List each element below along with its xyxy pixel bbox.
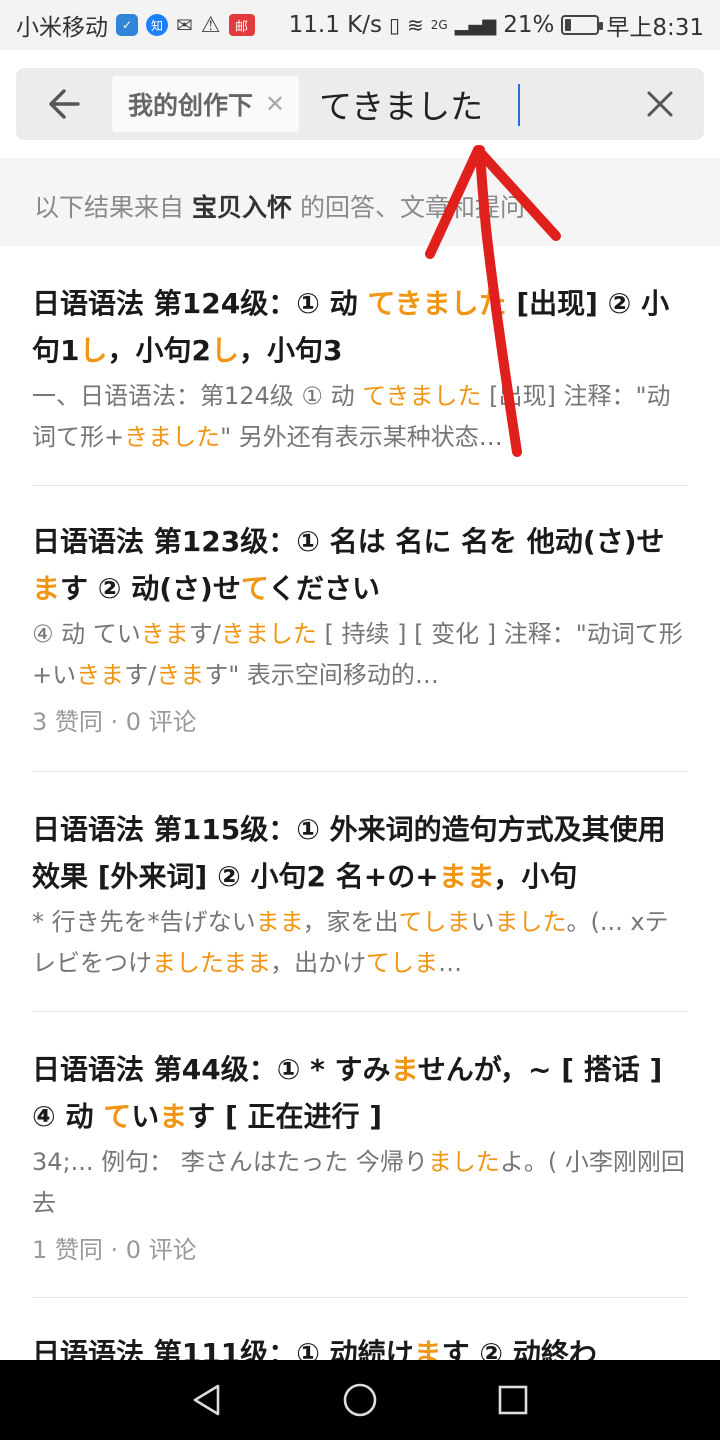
title-segment-text: い — [131, 1100, 160, 1133]
result-snippet: 一、日语语法：第124级 ① 动 てきました [出现] 注释："动词て形+きまし… — [32, 376, 688, 458]
net-speed: 11.1 K/s — [288, 12, 382, 38]
title-segment-text: す [ 正在进行 ] — [187, 1100, 383, 1133]
status-bar: 小米移动 ✓ 知 ✉ ⚠ 邮 11.1 K/s ▯ ≋ 2G ▂▄▆ 21% 早… — [0, 0, 720, 50]
snippet-segment-text: す/ — [188, 620, 221, 648]
title-segment-highlight: まま — [438, 860, 494, 893]
navigation-bar — [0, 1360, 720, 1440]
snippet-segment-highlight: きま — [156, 661, 205, 689]
wifi-icon: ≋ — [406, 13, 424, 37]
chip-close-icon[interactable]: ✕ — [265, 90, 285, 118]
nav-recent-button[interactable] — [483, 1370, 543, 1430]
zhihu-icon: 知 — [146, 14, 168, 36]
title-segment-text: ，小句3 — [239, 334, 343, 367]
snippet-segment-highlight: ました — [427, 1148, 500, 1176]
snippet-segment-highlight: てきました — [362, 382, 482, 410]
result-title[interactable]: 日语语法 第115级：① 外来词的造句方式及其使用效果 [外来词] ② 小句2 … — [32, 806, 688, 900]
result-item[interactable]: 日语语法 第123级：① 名は 名に 名を 他动(さ)せます ② 动(さ)せてく… — [32, 486, 688, 772]
result-snippet: ④ 动 ていきます/きました [ 持续 ] [ 变化 ] 注释："动词て形+いき… — [32, 614, 688, 696]
title-segment-text: ，小句2 — [107, 334, 211, 367]
snippet-segment-highlight: てしま — [366, 949, 439, 977]
arrow-left-icon — [49, 89, 80, 119]
result-title[interactable]: 日语语法 第44级：① * すみませんが，~ [ 搭话 ] ④ 动 ています [… — [32, 1046, 688, 1140]
scope-chip-label: 我的创作下 — [128, 91, 254, 120]
scope-chip[interactable]: 我的创作下 ✕ — [112, 76, 300, 132]
source-note-prefix: 以下结果来自 — [34, 193, 185, 222]
snippet-segment-text: 34;... 例句： 李さんはたった 今帰り — [32, 1148, 428, 1176]
result-snippet: * 行き先を*告げないまま，家を出てしまいました。(... xテレビをつけました… — [32, 902, 688, 984]
search-input[interactable] — [319, 74, 620, 134]
snippet-segment-text: * 行き先を*告げない — [32, 908, 256, 936]
title-segment-highlight: し — [79, 334, 108, 367]
title-segment-text: 日语语法 第44级：① * すみ — [32, 1053, 391, 1086]
shield-icon: ✓ — [116, 14, 138, 36]
result-snippet: 34;... 例句： 李さんはたった 今帰りましたよ。( 小李刚刚回去 — [32, 1142, 688, 1224]
title-segment-highlight: ま — [159, 1100, 188, 1133]
snippet-segment-text: ，家を出 — [302, 908, 399, 936]
battery-percent: 21% — [503, 12, 555, 38]
wechat-icon: ✉ — [176, 13, 193, 37]
snippet-segment-text: ，出かけ — [270, 949, 367, 977]
result-item[interactable]: 日语语法 第115级：① 外来词的造句方式及其使用效果 [外来词] ② 小句2 … — [32, 772, 688, 1012]
source-note-user[interactable]: 宝贝入怀 — [192, 193, 292, 222]
title-segment-highlight: ま — [32, 572, 61, 605]
status-right: 11.1 K/s ▯ ≋ 2G ▂▄▆ 21% 早上8:31 — [289, 8, 704, 42]
snippet-segment-text: … — [438, 949, 463, 977]
results-list: 日语语法 第124级：① 动 てきました [出现] ② 小句1し，小句2し，小句… — [0, 246, 720, 1398]
snippet-segment-text: ④ 动 てい — [32, 620, 141, 648]
title-segment-text: ください — [268, 572, 381, 605]
snippet-segment-highlight: まま — [255, 908, 303, 936]
title-segment-text: 日语语法 第123级：① 名は 名に 名を 他动(さ)せ — [32, 525, 665, 558]
snippet-segment-highlight: きま — [76, 661, 125, 689]
title-segment-highlight: ま — [390, 1053, 418, 1086]
signal-icon: ▂▄▆ — [454, 14, 497, 36]
search-header: 我的创作下 ✕ — [0, 50, 720, 158]
snippet-segment-highlight: てしま — [398, 908, 471, 936]
carrier-label: 小米移动 — [16, 15, 108, 41]
clock: 早上8:31 — [606, 15, 704, 41]
screen: 小米移动 ✓ 知 ✉ ⚠ 邮 11.1 K/s ▯ ≋ 2G ▂▄▆ 21% 早… — [0, 0, 720, 1440]
snippet-segment-text: す" 表示空间移动的… — [204, 661, 439, 689]
square-recent-icon — [499, 1385, 528, 1415]
search-box: 我的创作下 ✕ — [16, 68, 704, 140]
snippet-segment-text: す/ — [124, 661, 157, 689]
title-segment-text: 日语语法 第124级：① 动 — [32, 287, 368, 320]
warning-icon: ⚠ — [200, 12, 221, 38]
circle-home-icon — [343, 1383, 377, 1417]
snippet-segment-highlight: きました — [124, 423, 221, 451]
title-segment-text: す ② 动(さ)せ — [60, 572, 241, 605]
vibrate-icon: ▯ — [388, 13, 400, 37]
mail-icon: 邮 — [228, 14, 255, 36]
result-title[interactable]: 日语语法 第124级：① 动 てきました [出现] ② 小句1し，小句2し，小句… — [32, 280, 688, 374]
battery-fill — [565, 19, 572, 31]
title-segment-highlight: て — [103, 1100, 132, 1133]
snippet-segment-text: " 另外还有表示某种状态… — [220, 423, 503, 451]
nav-home-button[interactable] — [330, 1370, 390, 1430]
close-icon — [647, 91, 673, 117]
network-type: 2G — [430, 18, 448, 32]
result-stats: 1 赞同 · 0 评论 — [32, 1236, 197, 1264]
title-segment-text: ，小句 — [493, 860, 578, 893]
title-segment-highlight: し — [210, 334, 239, 367]
clear-button[interactable] — [638, 82, 682, 126]
result-stats: 3 赞同 · 0 评论 — [32, 708, 197, 736]
snippet-segment-highlight: きま — [140, 620, 189, 648]
snippet-segment-highlight: ましたまま — [152, 949, 271, 977]
title-segment-highlight: て — [240, 572, 268, 605]
triangle-back-icon — [193, 1384, 219, 1416]
status-left: 小米移动 ✓ 知 ✉ ⚠ 邮 — [16, 8, 255, 42]
result-item[interactable]: 日语语法 第44级：① * すみませんが，~ [ 搭话 ] ④ 动 ています [… — [32, 1012, 688, 1298]
snippet-segment-text: 一、日语语法：第124级 ① 动 — [32, 382, 363, 410]
snippet-segment-text: い — [470, 908, 495, 936]
source-note: 以下结果来自 宝贝入怀 的回答、文章和提问 — [0, 158, 720, 246]
source-note-suffix: 的回答、文章和提问 — [299, 193, 525, 222]
text-caret — [518, 84, 520, 126]
result-item[interactable]: 日语语法 第124级：① 动 てきました [出现] ② 小句1し，小句2し，小句… — [32, 246, 688, 486]
snippet-segment-highlight: ました — [494, 908, 567, 936]
result-title[interactable]: 日语语法 第123级：① 名は 名に 名を 他动(さ)せます ② 动(さ)せてく… — [32, 518, 688, 612]
nav-back-button[interactable] — [177, 1370, 237, 1430]
title-segment-highlight: てきました — [367, 287, 507, 320]
battery-icon — [561, 15, 604, 35]
back-button[interactable] — [16, 68, 112, 140]
snippet-segment-highlight: きました — [220, 620, 317, 648]
